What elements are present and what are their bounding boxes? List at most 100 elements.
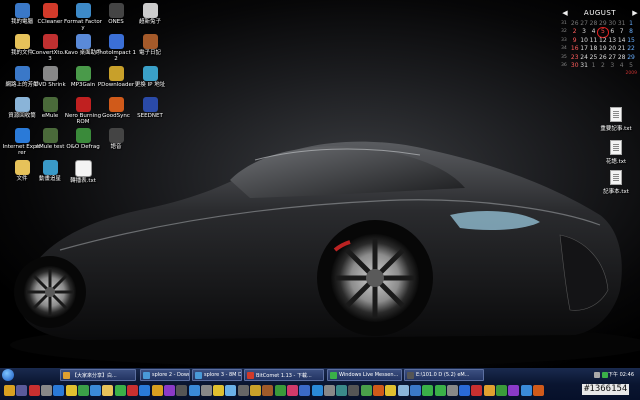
pen-icon[interactable] [336, 385, 348, 396]
calendar-day[interactable]: 17 [579, 45, 588, 53]
tool-icon[interactable] [200, 385, 212, 396]
gear-icon[interactable] [16, 385, 28, 396]
calendar-day[interactable]: 26 [598, 54, 607, 62]
app-icon[interactable] [508, 385, 520, 396]
taskbar-button[interactable]: 【大家來分享】白... [60, 369, 136, 381]
calendar-day[interactable]: 16 [570, 45, 579, 53]
calendar-day[interactable]: 4 [617, 62, 626, 70]
bolt-icon[interactable] [213, 385, 225, 396]
cloud-icon[interactable] [225, 385, 237, 396]
app-icon[interactable] [532, 385, 544, 396]
calendar-day[interactable]: 2 [598, 62, 607, 70]
taskbar-button[interactable]: BitComet 1.13 - 下載... [244, 369, 324, 381]
calendar-day[interactable]: 21 [617, 45, 626, 53]
calendar-day[interactable]: 14 [617, 37, 626, 45]
star-icon[interactable] [65, 385, 77, 396]
calendar-day[interactable]: 1 [626, 20, 635, 28]
clock[interactable]: 下午 02:46 [608, 371, 634, 378]
desktop[interactable]: 我的電腦 我的文件 網路上的芳鄰 資源回收筒 Internet Explorer 文件 CC… [0, 0, 640, 368]
disk-icon[interactable] [237, 385, 249, 396]
calendar-day[interactable]: 10 [579, 37, 588, 45]
calendar-day[interactable]: 20 [608, 45, 617, 53]
start-button[interactable] [2, 369, 14, 381]
calendar-day[interactable]: 31 [617, 20, 626, 28]
calendar-day[interactable]: 3 [579, 28, 588, 36]
search-icon[interactable] [139, 385, 151, 396]
calendar-day[interactable]: 6 [608, 28, 617, 36]
calendar-day[interactable]: 8 [626, 28, 635, 36]
chart-icon[interactable] [373, 385, 384, 396]
calendar-day[interactable]: 30 [570, 62, 579, 70]
app-icon[interactable] [496, 385, 507, 396]
desktop-icon[interactable]: 超新兔子 [130, 3, 170, 37]
taskbar-button[interactable]: Windows Live Messen... [327, 369, 402, 381]
calendar-day[interactable]: 27 [608, 54, 617, 62]
home-icon[interactable] [422, 385, 434, 396]
calendar-day[interactable]: 23 [570, 54, 579, 62]
calendar-day[interactable]: 3 [608, 62, 617, 70]
desktop-icon[interactable]: 更換 IP 地址 [130, 66, 170, 100]
lock-icon[interactable] [323, 385, 335, 396]
text-file-shortcut[interactable]: 記事本.txt [596, 170, 636, 195]
map-icon[interactable] [360, 385, 372, 396]
calendar-day[interactable]: 18 [589, 45, 598, 53]
calendar-day[interactable]: 31 [579, 62, 588, 70]
app-icon[interactable] [459, 385, 471, 396]
key-icon[interactable] [250, 385, 261, 396]
desktop-icon[interactable]: 電子日記 [130, 34, 170, 68]
calendar-day[interactable]: 2 [570, 28, 579, 36]
calendar-day[interactable]: 1 [589, 62, 598, 70]
calendar-day[interactable]: 28 [617, 54, 626, 62]
calendar-day[interactable]: 19 [598, 45, 607, 53]
desktop-icon[interactable]: SEEDNET [130, 97, 170, 131]
calendar-day[interactable]: 22 [626, 45, 635, 53]
globe-icon[interactable] [53, 385, 65, 396]
taskbar-button[interactable]: splore 3 - 8M DL 0... [192, 369, 242, 381]
cd-icon[interactable] [40, 385, 52, 396]
calendar-day[interactable]: 5 [597, 27, 609, 38]
volume-icon[interactable] [446, 385, 458, 396]
calendar-day[interactable]: 24 [579, 54, 588, 62]
taskbar-button[interactable]: E:\101.0 D (5.2) eM... [404, 369, 484, 381]
calendar-day[interactable]: 13 [608, 37, 617, 45]
camera-icon[interactable] [176, 385, 188, 396]
book-icon[interactable] [262, 385, 274, 396]
calendar-prev-button[interactable]: ◀ [561, 9, 569, 17]
calendar-day[interactable]: 29 [626, 54, 635, 62]
trash-icon[interactable] [397, 385, 409, 396]
calendar-day[interactable]: 9 [570, 37, 579, 45]
game-icon[interactable] [274, 385, 286, 396]
download-icon[interactable] [114, 385, 126, 396]
calendar-day[interactable]: 26 [570, 20, 579, 28]
text-file-shortcut[interactable]: 花語.txt [596, 140, 636, 165]
volume-icon[interactable] [594, 372, 600, 378]
calendar-day[interactable]: 7 [617, 28, 626, 36]
calendar-day[interactable]: 30 [608, 20, 617, 28]
phone-icon[interactable] [188, 385, 200, 396]
calendar-day[interactable]: 25 [589, 54, 598, 62]
calendar-day[interactable]: 11 [589, 37, 598, 45]
calendar-day[interactable]: 27 [579, 20, 588, 28]
calendar-day[interactable]: 4 [589, 28, 598, 36]
folder-icon[interactable] [102, 385, 114, 396]
print-icon[interactable] [348, 385, 360, 396]
desktop-icon[interactable]: 轉播表.txt [63, 160, 103, 194]
music-icon[interactable] [77, 385, 89, 396]
calendar-day[interactable]: 5 [626, 62, 635, 70]
app-icon[interactable] [483, 385, 495, 396]
flag-icon[interactable] [28, 385, 40, 396]
chat-icon[interactable] [90, 385, 102, 396]
app-icon[interactable] [471, 385, 483, 396]
text-file-shortcut[interactable]: 重要記事.txt [596, 107, 636, 132]
calendar-next-button[interactable]: ▶ [631, 9, 639, 17]
wifi-icon[interactable] [311, 385, 323, 396]
taskbar-button[interactable]: splore 2 - Download... [140, 369, 190, 381]
calendar-day[interactable]: 29 [598, 20, 607, 28]
user-icon[interactable] [409, 385, 421, 396]
video-icon[interactable] [163, 385, 175, 396]
desktop-icon[interactable]: 語音 [96, 128, 136, 162]
calendar-day[interactable]: 15 [626, 37, 635, 45]
app-icon[interactable] [520, 385, 532, 396]
calendar-day[interactable]: 28 [589, 20, 598, 28]
shield-icon[interactable] [127, 385, 138, 396]
